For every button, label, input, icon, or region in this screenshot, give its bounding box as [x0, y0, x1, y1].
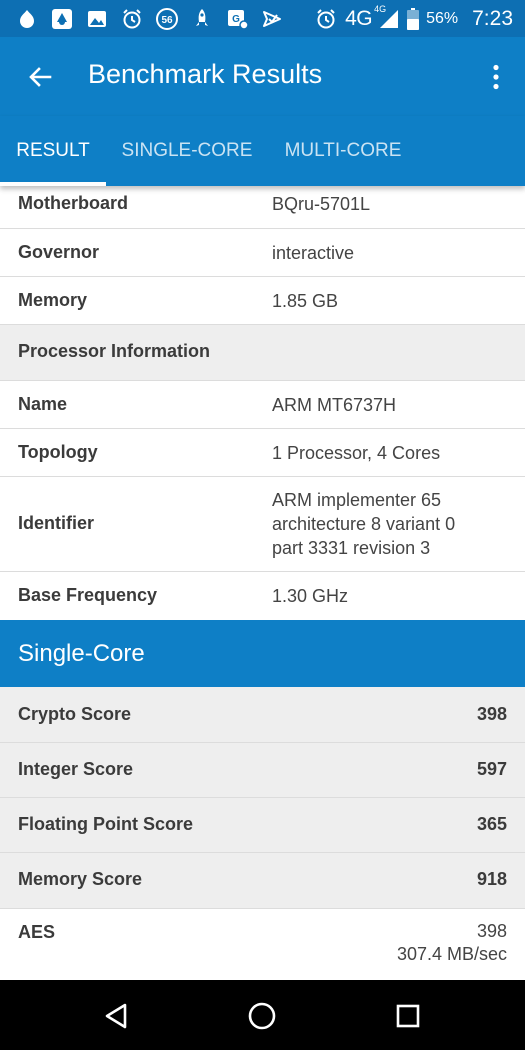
tab-multi-core[interactable]: MULTI-CORE [270, 116, 416, 186]
score-value: 597 [476, 759, 507, 779]
signal-icon: 4G [374, 4, 400, 30]
row-value: ARM implementer 65 architecture 8 varian… [272, 488, 455, 560]
score-value: 918 [476, 869, 507, 889]
network-type-small: 4G [374, 3, 387, 14]
nav-home-button[interactable] [240, 994, 284, 1038]
android-icon [14, 6, 40, 32]
status-bar: 56 G 4G 4G 56% 7:23 [0, 0, 525, 37]
tab-indicator [0, 182, 106, 186]
row-value: 1.30 GHz [272, 586, 349, 606]
tab-single-core[interactable]: SINGLE-CORE [108, 116, 266, 186]
tab-result[interactable]: RESULT [0, 116, 106, 186]
app-bar: Benchmark Results [0, 37, 525, 116]
info-row-name: Name ARM MT6737H [0, 381, 525, 429]
score-label: Integer Score [18, 759, 134, 779]
info-row-memory: Memory 1.85 GB [0, 277, 525, 325]
info-row-topology: Topology 1 Processor, 4 Cores [0, 429, 525, 477]
value-line: ARM implementer 65 [272, 490, 442, 510]
value-line: part 3331 revision 3 [272, 538, 431, 558]
image-icon [84, 6, 110, 32]
more-vert-icon [493, 64, 499, 90]
single-core-section-header: Single-Core [0, 620, 525, 687]
row-value: 1.85 GB [272, 291, 339, 311]
nav-home-icon [248, 1002, 276, 1030]
network-type: 4G [345, 6, 373, 30]
page-title: Benchmark Results [88, 59, 323, 89]
score-row-crypto: Crypto Score 398 [0, 687, 525, 743]
row-value: BQru-5701L [272, 194, 371, 214]
info-row-governor: Governor interactive [0, 229, 525, 277]
score-row-floating-point: Floating Point Score 365 [0, 798, 525, 853]
score-row-integer: Integer Score 597 [0, 743, 525, 798]
battery-icon [406, 6, 420, 32]
row-label: Identifier [18, 513, 95, 533]
arrow-back-icon [29, 67, 52, 87]
results-list[interactable]: Motherboard BQru-5701L Governor interact… [0, 186, 525, 980]
nav-back-icon [105, 1003, 127, 1029]
send-icon [259, 6, 285, 32]
row-label: Memory [18, 290, 88, 310]
score-label: Floating Point Score [18, 814, 194, 834]
tab-bar: RESULT SINGLE-CORE MULTI-CORE [0, 116, 525, 186]
score-label: Crypto Score [18, 704, 132, 724]
alarm-icon [119, 6, 145, 32]
nav-back-button[interactable] [94, 994, 138, 1038]
processor-section-header: Processor Information [0, 325, 525, 381]
svg-text:G: G [232, 14, 240, 25]
nav-recents-button[interactable] [386, 994, 430, 1038]
clock: 7:23 [472, 6, 513, 30]
debug-icon [49, 6, 75, 32]
svg-text:56: 56 [161, 15, 173, 26]
rocket-icon [189, 6, 215, 32]
row-label: Topology [18, 442, 98, 462]
badge-56-icon: 56 [154, 6, 180, 32]
aes-score: 398 [476, 921, 507, 941]
row-label: Name [18, 394, 68, 414]
score-label: Memory Score [18, 869, 143, 889]
notification-icons: 56 G [14, 5, 285, 32]
overflow-menu-button[interactable] [481, 55, 511, 99]
score-value: 365 [476, 814, 507, 834]
value-line: architecture 8 variant 0 [272, 514, 456, 534]
gps-icon: G [224, 6, 250, 32]
nav-recents-icon [396, 1004, 420, 1028]
system-nav-bar [0, 980, 525, 1050]
aes-throughput: 307.4 MB/sec [396, 944, 507, 964]
section-title: Processor Information [18, 341, 211, 361]
system-status: 4G 4G 56% 7:23 [313, 4, 513, 32]
info-row-identifier: Identifier ARM implementer 65 architectu… [0, 477, 525, 572]
info-row-motherboard: Motherboard BQru-5701L [0, 186, 525, 229]
info-row-base-frequency: Base Frequency 1.30 GHz [0, 572, 525, 620]
row-value: ARM MT6737H [272, 395, 397, 415]
score-value: 398 [476, 704, 507, 724]
row-label: Governor [18, 242, 100, 262]
aes-values: 398 307.4 MB/sec [397, 920, 507, 966]
score-label: AES [18, 922, 56, 942]
battery-percent: 56% [426, 9, 459, 27]
row-label: Motherboard [18, 193, 128, 213]
row-value: 1 Processor, 4 Cores [272, 443, 441, 463]
score-row-memory: Memory Score 918 [0, 853, 525, 909]
back-button[interactable] [18, 55, 62, 99]
alarm-clock-icon [313, 6, 339, 32]
score-row-aes: AES 398 307.4 MB/sec [0, 909, 525, 980]
row-label: Base Frequency [18, 585, 158, 605]
row-value: interactive [272, 243, 355, 263]
